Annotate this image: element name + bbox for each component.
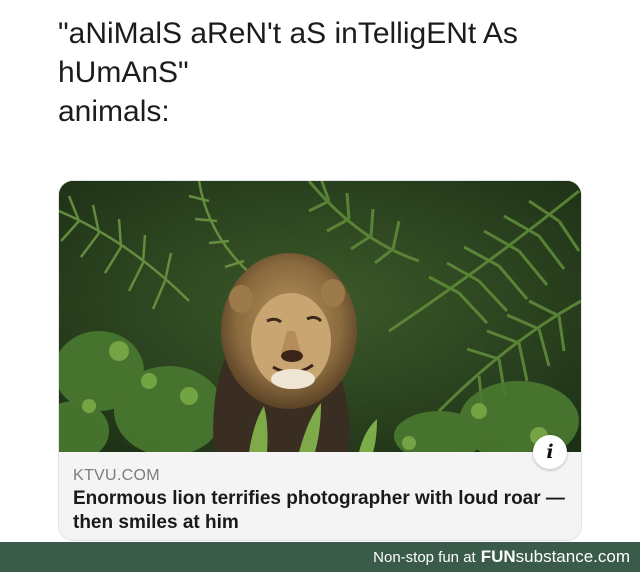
caption-line-3: animals: (58, 95, 170, 128)
caption-line-1: "aNiMalS aReN't aS inTelligENt As (58, 17, 518, 50)
post-caption: "aNiMalS aReN't aS inTelligENt As hUmAnS… (58, 14, 618, 131)
lion-photo[interactable] (59, 181, 581, 452)
lion-photo-illustration (59, 181, 581, 452)
link-preview-card[interactable]: i KTVU.COM Enormous lion terrifies photo… (59, 181, 581, 540)
watermark-footer: Non-stop fun at FUN substance.com (0, 542, 640, 572)
caption-line-2: hUmAnS" (58, 56, 189, 89)
footer-brand-bold: FUN (480, 547, 516, 566)
footer-tagline: Non-stop fun at (373, 548, 476, 566)
article-headline[interactable]: Enormous lion terrifies photographer wit… (73, 487, 573, 535)
footer-brand-rest: substance.com (515, 547, 630, 566)
source-domain: KTVU.COM (73, 467, 160, 484)
info-icon[interactable]: i (533, 435, 567, 469)
